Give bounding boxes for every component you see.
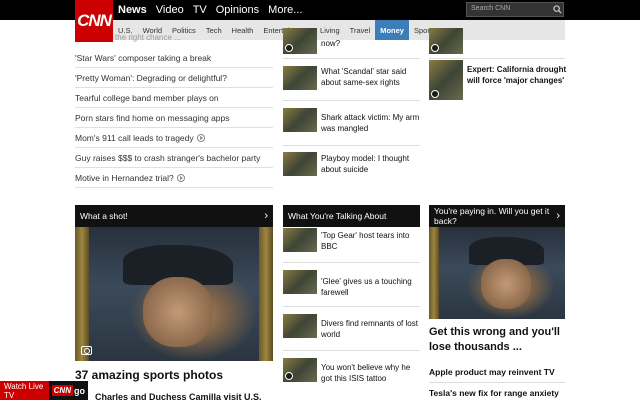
divider xyxy=(283,58,420,59)
video-play-icon xyxy=(285,372,293,380)
video-play-icon xyxy=(176,173,185,182)
gallery-headline[interactable]: 37 amazing sports photos xyxy=(75,368,223,382)
story-thumbnail xyxy=(283,66,317,90)
headline-item[interactable]: Mom's 911 call leads to tragedy xyxy=(75,128,273,148)
chevron-right-icon: › xyxy=(556,210,560,222)
headline-item[interactable]: 'Star Wars' composer taking a break xyxy=(75,48,273,68)
story-item[interactable]: Expert: California drought will force 'ma… xyxy=(429,60,566,100)
cut-headline-bottom[interactable]: Charles and Duchess Camilla visit U.S. xyxy=(95,392,262,400)
video-play-icon xyxy=(196,133,205,142)
list-item[interactable]: Tesla's new fix for range anxiety xyxy=(429,383,565,400)
story-item[interactable]: Shark attack victim: My arm was mangled xyxy=(283,108,419,134)
story-item[interactable]: 'Top Gear' host tears into BBC xyxy=(283,228,409,252)
story-thumbnail xyxy=(283,358,317,382)
tab-travel[interactable]: Travel xyxy=(345,20,376,40)
section-header-what-a-shot[interactable]: What a shot! › xyxy=(75,205,273,227)
nav-more[interactable]: More... xyxy=(268,4,302,16)
headline-list: 'Star Wars' composer taking a break 'Pre… xyxy=(75,48,273,188)
cnn-logo[interactable]: CNN xyxy=(75,0,113,42)
nav-tv[interactable]: TV xyxy=(193,4,207,16)
top-nav: News Video TV Opinions More... xyxy=(118,0,311,20)
story-item[interactable]: Playboy model: I thought about suicide xyxy=(283,152,409,176)
list-item[interactable]: Apple product may reinvent TV xyxy=(429,362,565,383)
divider xyxy=(283,145,420,146)
story-item[interactable]: Divers find remnants of lost world xyxy=(283,314,418,340)
sports-photo-image[interactable] xyxy=(75,227,273,361)
story-thumbnail xyxy=(429,28,463,54)
headline-item[interactable]: Tearful college band member plays on xyxy=(75,88,273,108)
video-play-icon xyxy=(285,44,293,52)
story-thumbnail xyxy=(283,28,317,54)
camera-icon xyxy=(81,346,92,355)
divider xyxy=(429,58,565,59)
story-thumbnail xyxy=(283,228,317,252)
search-icon[interactable] xyxy=(551,3,563,16)
video-play-icon xyxy=(431,90,439,98)
cnn-go-logo: CNN go xyxy=(48,381,88,400)
section-header-talking-about[interactable]: What You're Talking About xyxy=(283,205,420,227)
headline-item[interactable]: 'Pretty Woman': Degrading or delightful? xyxy=(75,68,273,88)
divider xyxy=(283,100,420,101)
story-item[interactable]: 'Glee' gives us a touching farewell xyxy=(283,270,412,298)
divider xyxy=(283,350,420,351)
story-item[interactable] xyxy=(429,28,463,54)
headline-item[interactable]: Guy raises $$$ to crash stranger's bache… xyxy=(75,148,273,168)
headline-item[interactable]: Motive in Hernandez trial? xyxy=(75,168,273,188)
divider xyxy=(283,306,420,307)
nav-video[interactable]: Video xyxy=(156,4,184,16)
story-item[interactable]: now? xyxy=(283,28,340,54)
section-header-paying-in[interactable]: You're paying in. Will you get it back? › xyxy=(429,205,565,227)
story-item[interactable]: You won't believe why he got this ISIS ta… xyxy=(283,358,410,384)
story-thumbnail xyxy=(429,60,463,100)
story-thumbnail xyxy=(283,314,317,338)
watch-live-tv-button[interactable]: Watch Live TV CNN go xyxy=(0,381,88,400)
headline-item[interactable]: Porn stars find home on messaging apps xyxy=(75,108,273,128)
story-thumbnail xyxy=(283,108,317,132)
search-input[interactable]: Search CNN xyxy=(466,2,564,17)
divider xyxy=(283,262,420,263)
story-item[interactable]: What 'Scandal' star said about same-sex r… xyxy=(283,66,406,90)
video-play-icon xyxy=(431,44,439,52)
nav-news[interactable]: News xyxy=(118,4,147,16)
money-story-image[interactable] xyxy=(429,227,565,319)
money-list: Apple product may reinvent TV Tesla's ne… xyxy=(429,362,565,400)
tab-money[interactable]: Money xyxy=(375,20,409,40)
chevron-right-icon: › xyxy=(264,210,268,222)
money-headline[interactable]: Get this wrong and you'll lose thousands… xyxy=(429,325,565,355)
nav-opinions[interactable]: Opinions xyxy=(216,4,259,16)
story-thumbnail xyxy=(283,270,317,294)
story-thumbnail xyxy=(283,152,317,176)
